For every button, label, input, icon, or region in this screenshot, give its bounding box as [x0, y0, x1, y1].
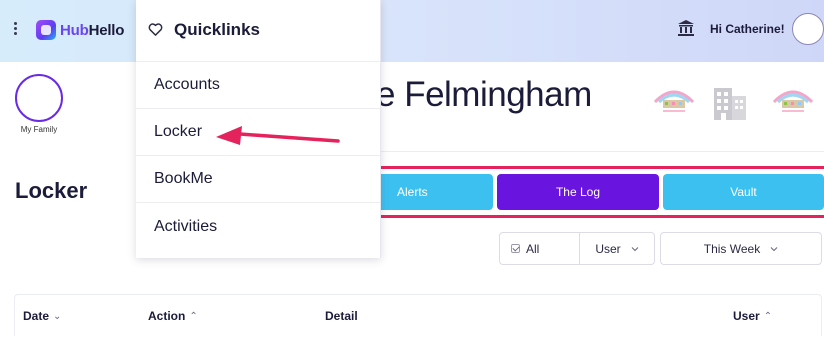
top-bar: HubHello Hi Catherine!	[0, 0, 824, 62]
quicklink-accounts[interactable]: Accounts	[136, 62, 380, 109]
annotation-arrow-icon	[216, 126, 340, 145]
chevron-down-icon	[770, 246, 778, 251]
institution-icon[interactable]	[677, 19, 695, 37]
period-filter-dropdown[interactable]: This Week	[660, 232, 822, 265]
filter-all-checkbox[interactable]: All	[499, 232, 580, 265]
page-title: Locker	[15, 178, 88, 203]
column-header-action[interactable]: Action ⌃	[148, 309, 198, 323]
my-family-avatar[interactable]	[15, 74, 63, 122]
quicklinks-header[interactable]: Quicklinks	[136, 0, 380, 62]
hubhello-logo[interactable]: HubHello	[36, 20, 124, 40]
sort-up-icon: ⌃	[763, 310, 773, 322]
column-header-user[interactable]: User ⌃	[733, 309, 772, 323]
tab-alerts[interactable]: Alerts	[377, 174, 493, 210]
school-logo-icon	[653, 90, 695, 112]
column-header-date[interactable]: Date ⌄	[23, 309, 61, 323]
section-divider	[376, 151, 824, 152]
user-greeting[interactable]: Hi Catherine!	[710, 22, 785, 36]
tab-vault[interactable]: Vault	[663, 174, 824, 210]
profile-heading: e Felmingham	[376, 75, 592, 114]
school-logo-icon	[772, 90, 814, 112]
log-table-header: Date ⌄ Action ⌃ Detail User ⌃	[14, 294, 822, 336]
heart-icon	[148, 23, 163, 36]
chevron-down-icon	[631, 246, 639, 251]
quicklink-activities[interactable]: Activities	[136, 203, 380, 250]
sort-down-icon: ⌄	[53, 310, 62, 322]
sort-up-icon: ⌃	[189, 310, 198, 322]
hubhello-logo-icon	[36, 20, 56, 40]
quicklink-bookme[interactable]: BookMe	[136, 156, 380, 203]
user-filter-label: User	[595, 241, 621, 256]
column-header-detail[interactable]: Detail	[325, 309, 358, 323]
building-icon	[714, 88, 746, 120]
menu-kebab-icon[interactable]	[14, 22, 18, 36]
quicklinks-title: Quicklinks	[174, 20, 260, 39]
my-family-label[interactable]: My Family	[15, 125, 63, 134]
brand-name: HubHello	[60, 21, 125, 39]
period-filter-label: This Week	[703, 241, 761, 256]
user-filter-dropdown[interactable]: User	[579, 232, 655, 265]
filter-all-label: All	[526, 241, 540, 256]
user-avatar[interactable]	[792, 13, 824, 45]
checkbox-icon[interactable]	[511, 244, 520, 253]
tab-the-log[interactable]: The Log	[497, 174, 659, 210]
